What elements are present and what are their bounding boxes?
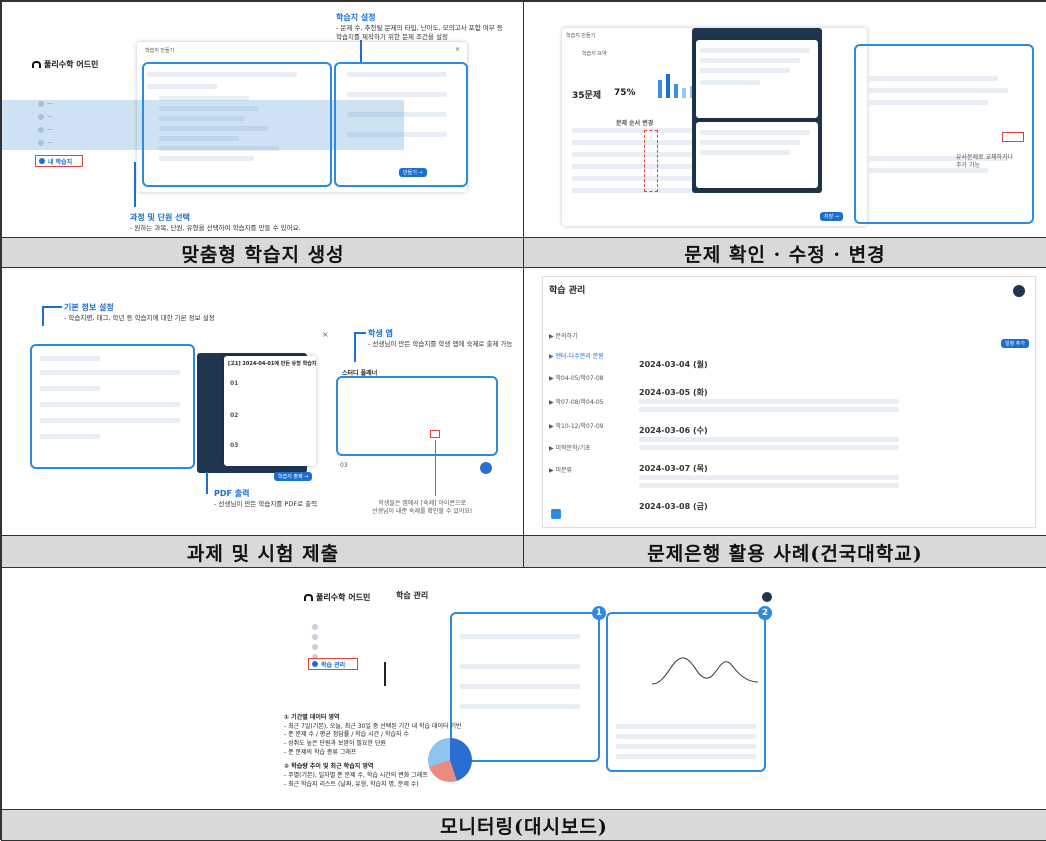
period-data-box <box>450 612 600 762</box>
modal-title: 학습지 만들기 <box>145 48 175 54</box>
caption-3: 과제 및 시험 제출 <box>1 535 525 569</box>
pdf-callout-title: PDF 출력 <box>214 489 250 498</box>
pdf-callout-desc: - 선생님이 만든 학습지를 PDF로 출력 <box>214 500 318 508</box>
basic-info-box <box>30 344 195 469</box>
replace-button[interactable] <box>1002 132 1024 142</box>
date-heading: 2024-03-08 (금) <box>639 502 708 511</box>
replace-callout: 유사문제로 교체하거나 추가 가능 <box>956 154 1014 170</box>
sidebar-item[interactable]: ▶ 학07-08/학04-05 <box>549 397 603 406</box>
add-button[interactable]: 일정 추가 <box>1001 339 1029 348</box>
sidebar-item[interactable]: ▶ 학10-12/학07-09 <box>549 421 603 430</box>
sidebar-item[interactable]: ▶ 엔터-다수분리 분원 <box>549 351 604 360</box>
badge-1: 1 <box>592 606 606 620</box>
close-icon[interactable]: × <box>455 46 460 53</box>
sidebar-item[interactable]: ▶ 문의하기 <box>549 331 578 340</box>
sidebar-item[interactable]: ▶ 미분류 <box>549 465 572 474</box>
caption-5: 모니터링(대시보드) <box>1 809 1046 841</box>
panel-assignment: 기본 정보 설정 - 학습지명, 태그, 학년 등 학습지에 대한 기본 정보 … <box>1 267 525 537</box>
trend-box <box>606 612 766 772</box>
problem-detail-box <box>854 44 1034 224</box>
worksheet-settings-box <box>334 62 468 187</box>
sidebar-item-learning[interactable]: 학습 관리 <box>308 658 358 670</box>
caption-2: 문제 확인 · 수정 · 변경 <box>523 237 1046 269</box>
sidebar-item-my-worksheet[interactable]: 내 학습지 <box>35 155 83 167</box>
order-change-callout: 문제 순서 변경 <box>616 120 654 127</box>
course-callout-desc: - 원하는 과목, 단원, 유형을 선택하여 학습지를 만들 수 있어요. <box>130 224 301 232</box>
date-heading: 2024-03-06 (수) <box>639 426 708 435</box>
date-heading: 2024-03-07 (목) <box>639 464 708 473</box>
panel-problem-review: 학습지 만들기 학습지 요약 35문제 75% 저장 → 문제 순서 변경 유사… <box>523 1 1046 239</box>
sidebar-item[interactable]: ▶ 미적분학/기초 <box>549 443 591 452</box>
dashboard-notes: ① 기간별 데이터 영역 - 최근 7일(기본), 오늘, 최근 30일 중 선… <box>284 714 462 788</box>
panel-kku-case: 학습 관리 ▶ 문의하기 ▶ 엔터-다수분리 분원 ▶ 학04-05/학07-0… <box>523 267 1046 537</box>
save-button[interactable]: 저장 → <box>820 212 843 221</box>
homework-note: 학생들은 앱에서 [숙제] 아이콘으로 선생님이 내준 숙제를 확인할 수 있어요… <box>372 500 473 516</box>
caption-4: 문제은행 활용 사례(건국대학교) <box>523 535 1046 569</box>
settings-callout-title: 학습지 설정 <box>336 13 376 22</box>
panel-worksheet-create: 풀리수학 어드민 — — — — 내 학습지 학습지 만들기 × 만들기 → 학… <box>1 1 525 239</box>
course-unit-box <box>142 62 332 187</box>
student-app-callout-desc: - 선생님이 만든 학습지를 학생 앱에 숙제로 출제 가능 <box>368 340 513 348</box>
panel-dashboard: 풀리수학 어드민 학습 관리 학습 관리 1 2 ① 기간별 데이터 영역 - … <box>1 567 1046 811</box>
brand-name: 풀리수학 어드민 <box>44 60 99 69</box>
basic-info-callout-desc: - 학습지명, 태그, 학년 등 학습지에 대한 기본 정보 설정 <box>64 314 215 322</box>
page-title: 학습 관리 <box>549 286 586 296</box>
settings-callout-desc: - 문제 수, 추천될 문제의 타입, 난이도, 모의고사 포함 여부 등 학습지… <box>336 24 503 41</box>
close-icon[interactable]: × <box>322 330 329 339</box>
brand-logo: 풀리수학 어드민 <box>304 592 370 603</box>
date-heading: 2024-03-05 (화) <box>639 388 708 397</box>
accuracy-rate: 75% <box>614 88 636 98</box>
trend-line-chart <box>651 657 759 685</box>
problem-list <box>692 28 822 193</box>
order-change-box <box>644 130 658 192</box>
figure-grid: 풀리수학 어드민 — — — — 내 학습지 학습지 만들기 × 만들기 → 학… <box>0 0 1046 841</box>
problem-count: 35문제 <box>572 91 602 101</box>
date-heading: 2024-03-04 (월) <box>639 360 708 369</box>
student-app-callout-title: 학생 앱 <box>368 329 393 338</box>
caption-1: 맞춤형 학습지 생성 <box>1 237 525 269</box>
badge-2: 2 <box>758 606 772 620</box>
brand-logo: 풀리수학 어드민 <box>32 59 98 70</box>
assign-button[interactable]: 학습지 출제 → <box>274 472 313 481</box>
worksheet-preview: [고1] 2024-04-01에 만든 유형 학습지 01 02 03 <box>224 356 316 466</box>
basic-info-callout-title: 기본 정보 설정 <box>64 303 114 312</box>
student-app-box <box>336 376 498 456</box>
course-callout-title: 과정 및 단원 선택 <box>130 213 190 222</box>
page-title: 학습 관리 <box>396 591 429 600</box>
homework-icon[interactable] <box>430 430 440 438</box>
worksheet-title: [고1] 2024-04-01에 만든 유형 학습지 <box>228 361 317 367</box>
sidebar-item[interactable]: ▶ 학04-05/학07-08 <box>549 373 603 382</box>
